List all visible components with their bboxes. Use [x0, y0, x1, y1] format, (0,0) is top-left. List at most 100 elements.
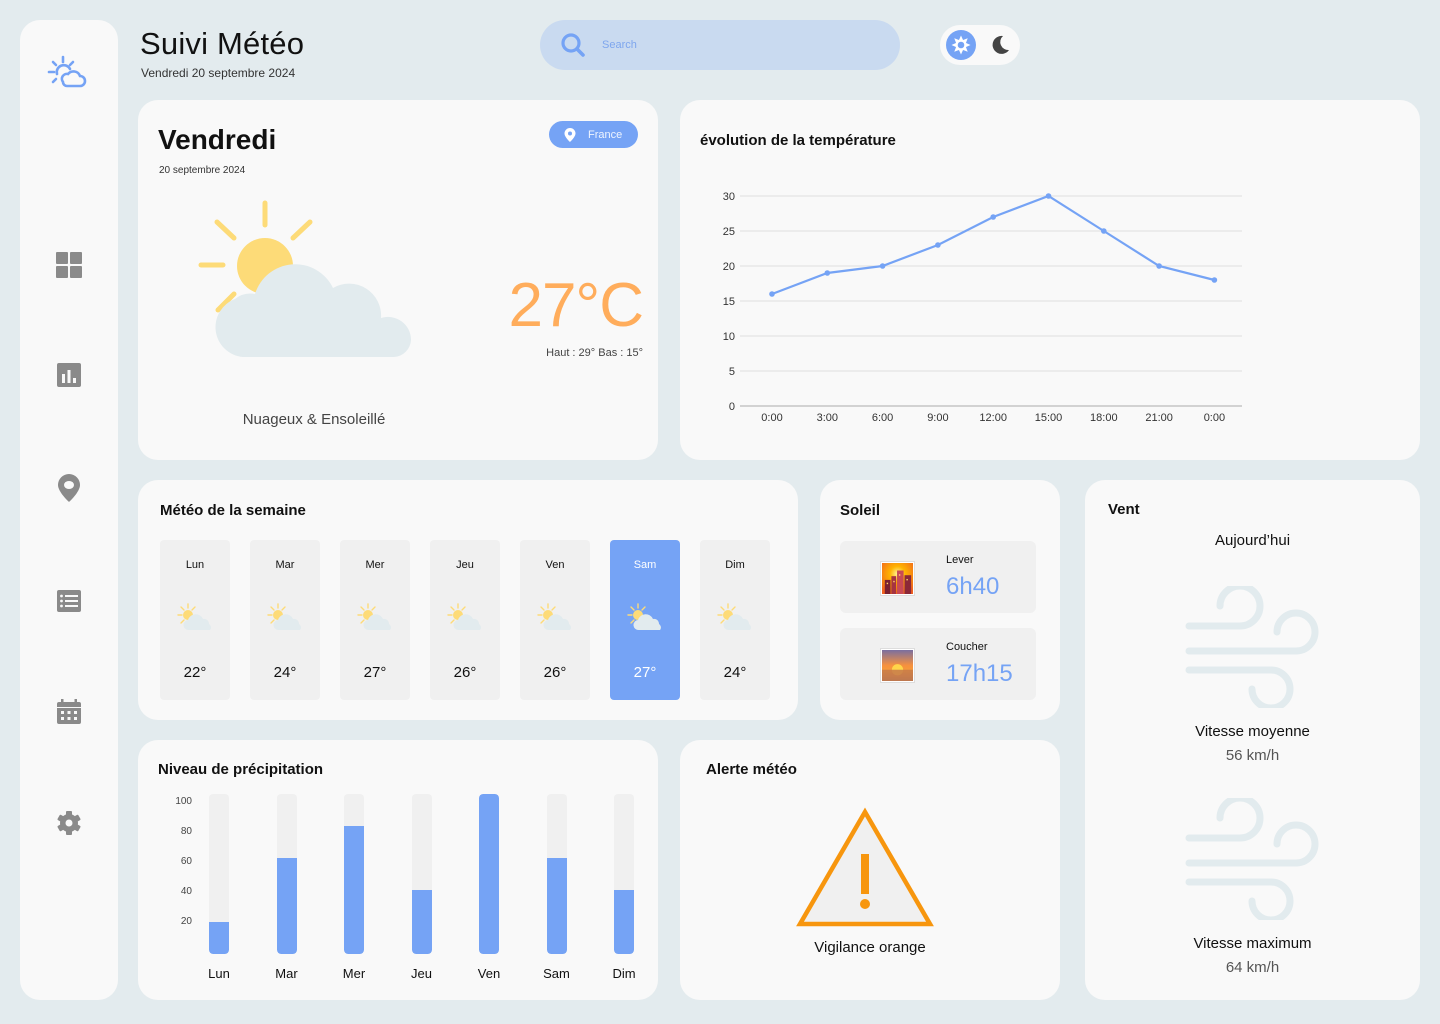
- partly-cloudy-icon: [357, 603, 391, 631]
- sidebar-item-stats[interactable]: [53, 359, 85, 391]
- wind-period: Aujourd’hui: [1214, 532, 1291, 549]
- precip-y-tick: 80: [180, 826, 192, 837]
- wind-title: Vent: [1108, 501, 1140, 518]
- day-temperature: 22°: [183, 664, 207, 681]
- day-card-sam[interactable]: Sam 27°: [610, 540, 680, 700]
- day-name: Jeu: [456, 559, 474, 571]
- sun-cloud-logo-icon: [47, 55, 87, 88]
- sidebar-item-list[interactable]: [53, 585, 85, 617]
- x-tick-label: 12:00: [979, 412, 1007, 424]
- precip-bar-track: [479, 794, 499, 954]
- sidebar-item-calendar[interactable]: [53, 696, 85, 728]
- precipitation-card: Niveau de précipitation 100 80 60 40 20 Lun M…: [138, 740, 658, 1000]
- partly-cloudy-icon: [627, 603, 661, 631]
- precip-day-label: Mer: [342, 966, 366, 981]
- sidebar-item-dashboard[interactable]: [53, 249, 85, 281]
- day-card-dim[interactable]: Dim 24°: [700, 540, 770, 700]
- sidebar-item-settings[interactable]: [53, 807, 85, 839]
- day-name: Dim: [725, 559, 745, 571]
- day-temperature: 24°: [273, 664, 297, 681]
- day-name: Mar: [275, 559, 295, 571]
- calendar-icon: [57, 699, 81, 724]
- partly-cloudy-icon: [177, 603, 211, 631]
- temperature-chart-card: évolution de la température 0 5 10 15 20 25 30…: [680, 100, 1420, 460]
- temperature-point: [1156, 263, 1162, 269]
- day-card-jeu[interactable]: Jeu 26°: [430, 540, 500, 700]
- grid-icon: [56, 252, 82, 278]
- search-input[interactable]: [602, 39, 882, 51]
- y-tick-label: 0: [729, 401, 735, 413]
- weather-alert-card: Alerte météo Vigilance orange: [680, 740, 1060, 1000]
- y-tick-label: 10: [723, 331, 735, 343]
- precip-y-tick: 40: [180, 886, 192, 897]
- sidebar: [20, 20, 118, 1000]
- sunset-icon: [880, 648, 915, 683]
- sunrise-row: Lever 6h40: [840, 541, 1036, 613]
- x-tick-label: 21:00: [1145, 412, 1173, 424]
- high-low-temperature: Haut : 29° Bas : 15°: [546, 347, 643, 359]
- moon-icon[interactable]: [988, 33, 1012, 57]
- precip-day-label: Lun: [208, 966, 230, 981]
- precip-day-label: Sam: [543, 966, 570, 981]
- y-tick-label: 5: [729, 366, 735, 378]
- day-card-lun[interactable]: Lun 22°: [160, 540, 230, 700]
- temperature-point: [1211, 277, 1218, 283]
- day-temperature: 26°: [543, 664, 567, 681]
- temperature-point: [879, 263, 886, 269]
- precip-y-tick: 20: [180, 916, 192, 927]
- sun-icon: [951, 35, 971, 55]
- header-date: Vendredi 20 septembre 2024: [141, 66, 296, 80]
- sun-card: Soleil Lever 6h40 Coucher 17h15: [820, 480, 1060, 720]
- wind-card: Vent Aujourd’hui Vitesse moyenne 56 km/h…: [1085, 480, 1420, 1000]
- sidebar-item-location[interactable]: [53, 472, 85, 504]
- current-temperature: 27°C: [508, 271, 644, 340]
- max-speed-label: Vitesse maximum: [1193, 935, 1312, 952]
- precip-bar-track: [614, 794, 634, 954]
- precip-day-label: Mar: [275, 966, 298, 981]
- partly-cloudy-icon: [717, 603, 751, 631]
- location-button[interactable]: France: [549, 121, 638, 148]
- precip-bar-lun: [209, 922, 229, 954]
- precip-y-tick: 100: [175, 796, 192, 807]
- sun-title: Soleil: [840, 502, 881, 519]
- wind-icon: [1185, 586, 1319, 708]
- sunrise-city-icon: [880, 561, 915, 596]
- day-name: Mer: [365, 559, 385, 571]
- search-icon[interactable]: [560, 32, 586, 58]
- map-pin-icon: [58, 474, 80, 502]
- x-tick-label: 9:00: [927, 412, 948, 424]
- sunset-label: Coucher: [946, 641, 988, 653]
- x-tick-label: 18:00: [1090, 412, 1118, 424]
- y-tick-label: 15: [723, 296, 735, 308]
- precip-y-tick: 60: [180, 856, 192, 867]
- app-title: Suivi Météo: [140, 26, 305, 61]
- day-temperature: 24°: [723, 664, 747, 681]
- precip-day-label: Jeu: [411, 966, 432, 981]
- precip-bar-sam: [546, 858, 567, 954]
- bar-chart-icon: [57, 363, 81, 387]
- location-label: France: [588, 128, 623, 141]
- temperature-point: [935, 242, 941, 248]
- list-icon: [57, 590, 81, 612]
- theme-toggle[interactable]: [940, 25, 1020, 65]
- search-bar[interactable]: [540, 20, 900, 70]
- day-card-ven[interactable]: Ven 26°: [520, 540, 590, 700]
- max-speed-value: 64 km/h: [1225, 959, 1280, 976]
- light-mode-button[interactable]: [946, 30, 976, 60]
- precip-bar-track: [344, 794, 364, 954]
- sunrise-label: Lever: [946, 554, 974, 566]
- today-day: Vendredi: [158, 124, 277, 155]
- precip-bar-mer: [344, 826, 364, 954]
- day-temperature: 27°: [633, 664, 657, 681]
- x-tick-label: 3:00: [817, 412, 838, 424]
- day-name: Sam: [633, 559, 657, 571]
- day-card-mar[interactable]: Mar 24°: [250, 540, 320, 700]
- day-card-mer[interactable]: Mer 27°: [340, 540, 410, 700]
- precip-bar-dim: [614, 890, 634, 954]
- map-pin-icon: [564, 127, 576, 142]
- sunset-row: Coucher 17h15: [840, 628, 1036, 700]
- day-temperature: 27°: [363, 664, 387, 681]
- x-tick-label: 0:00: [761, 412, 782, 424]
- precipitation-title: Niveau de précipitation: [158, 761, 324, 778]
- day-temperature: 26°: [453, 664, 477, 681]
